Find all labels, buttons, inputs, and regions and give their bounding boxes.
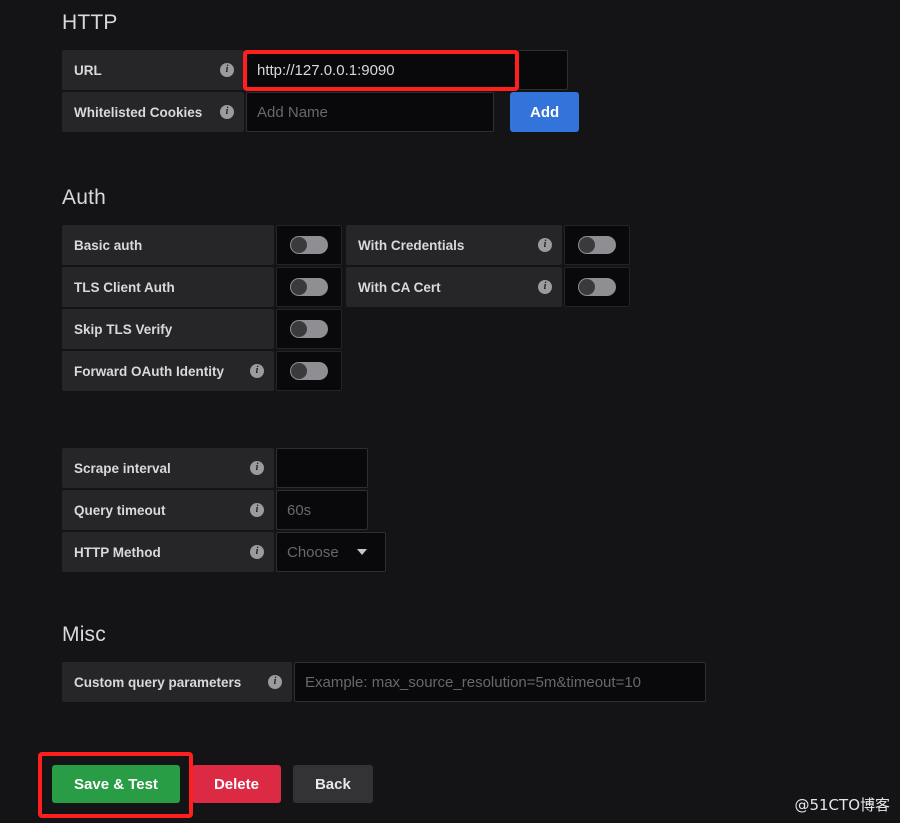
- query-timeout-row: Query timeout i 60s: [62, 490, 762, 530]
- add-cookie-button[interactable]: Add: [510, 92, 580, 132]
- basic-auth-toggle[interactable]: [276, 225, 342, 265]
- whitelisted-cookies-label: Whitelisted Cookies i: [62, 92, 244, 132]
- custom-query-parameters-row: Custom query parameters i Example: max_s…: [62, 662, 822, 702]
- info-icon[interactable]: i: [220, 63, 234, 77]
- auth-row: Basic auth With Credentials i: [62, 225, 762, 265]
- tls-client-auth-label: TLS Client Auth: [62, 267, 274, 307]
- http-method-select[interactable]: Choose: [276, 532, 386, 572]
- http-method-row: HTTP Method i Choose: [62, 532, 762, 572]
- toggle-switch-icon: [578, 278, 616, 296]
- scrape-interval-row: Scrape interval i: [62, 448, 762, 488]
- misc-section-title: Misc: [62, 623, 106, 646]
- http-method-label: HTTP Method i: [62, 532, 274, 572]
- misc-section: Misc Custom query parameters i Example: …: [62, 624, 822, 704]
- save-and-test-button[interactable]: Save & Test: [52, 765, 180, 803]
- auth-row: Skip TLS Verify: [62, 309, 762, 349]
- auth-row: Forward OAuth Identity i: [62, 351, 762, 391]
- with-credentials-label-text: With Credentials: [358, 237, 465, 253]
- custom-query-parameters-input[interactable]: Example: max_source_resolution=5m&timeou…: [294, 662, 706, 702]
- whitelisted-cookies-input[interactable]: Add Name: [246, 92, 494, 132]
- with-credentials-toggle[interactable]: [564, 225, 630, 265]
- basic-auth-label: Basic auth: [62, 225, 274, 265]
- with-ca-cert-label-text: With CA Cert: [358, 279, 441, 295]
- toggle-switch-icon: [290, 320, 328, 338]
- toggle-switch-icon: [290, 236, 328, 254]
- info-icon[interactable]: i: [250, 461, 264, 475]
- skip-tls-verify-label: Skip TLS Verify: [62, 309, 274, 349]
- http-method-selected-value: Choose: [287, 543, 339, 561]
- info-icon[interactable]: i: [538, 238, 552, 252]
- skip-tls-verify-label-text: Skip TLS Verify: [74, 321, 173, 337]
- info-icon[interactable]: i: [268, 675, 282, 689]
- delete-button[interactable]: Delete: [191, 765, 281, 803]
- toggle-switch-icon: [290, 278, 328, 296]
- scrape-interval-label: Scrape interval i: [62, 448, 274, 488]
- tls-client-auth-label-text: TLS Client Auth: [74, 279, 175, 295]
- url-suffix-box: [518, 50, 568, 90]
- custom-query-parameters-label-text: Custom query parameters: [74, 674, 242, 690]
- scrape-interval-label-text: Scrape interval: [74, 460, 171, 476]
- scrape-interval-input[interactable]: [276, 448, 368, 488]
- url-label: URL i: [62, 50, 244, 90]
- chevron-down-icon: [356, 549, 367, 555]
- forward-oauth-identity-label-text: Forward OAuth Identity: [74, 363, 224, 379]
- http-section-title: HTTP: [62, 11, 118, 34]
- toggle-switch-icon: [578, 236, 616, 254]
- auth-section-title: Auth: [62, 186, 106, 209]
- info-icon[interactable]: i: [220, 105, 234, 119]
- basic-auth-label-text: Basic auth: [74, 237, 143, 253]
- info-icon[interactable]: i: [250, 364, 264, 378]
- with-ca-cert-label: With CA Cert i: [346, 267, 562, 307]
- url-label-text: URL: [74, 62, 102, 78]
- toggle-switch-icon: [290, 362, 328, 380]
- back-button[interactable]: Back: [292, 765, 373, 803]
- whitelisted-cookies-row: Whitelisted Cookies i Add Name Add: [62, 92, 762, 132]
- auth-row: TLS Client Auth With CA Cert i: [62, 267, 762, 307]
- info-icon[interactable]: i: [250, 503, 264, 517]
- with-credentials-label: With Credentials i: [346, 225, 562, 265]
- http-section: HTTP URL i http://127.0.0.1:9090 Whiteli…: [62, 12, 762, 134]
- with-ca-cert-toggle[interactable]: [564, 267, 630, 307]
- url-input[interactable]: http://127.0.0.1:9090: [246, 50, 516, 90]
- url-input-value: http://127.0.0.1:9090: [257, 61, 395, 79]
- tls-client-auth-toggle[interactable]: [276, 267, 342, 307]
- query-timeout-input[interactable]: 60s: [276, 490, 368, 530]
- info-icon[interactable]: i: [538, 280, 552, 294]
- query-timeout-label-text: Query timeout: [74, 502, 166, 518]
- watermark: @51CTO博客: [794, 796, 890, 814]
- whitelisted-cookies-label-text: Whitelisted Cookies: [74, 104, 203, 120]
- custom-query-parameters-label: Custom query parameters i: [62, 662, 292, 702]
- forward-oauth-identity-label: Forward OAuth Identity i: [62, 351, 274, 391]
- query-timeout-label: Query timeout i: [62, 490, 274, 530]
- auth-section: Auth Basic auth With Credentials i TLS C…: [62, 187, 762, 393]
- skip-tls-verify-toggle[interactable]: [276, 309, 342, 349]
- info-icon[interactable]: i: [250, 545, 264, 559]
- url-row: URL i http://127.0.0.1:9090: [62, 50, 762, 90]
- http-method-label-text: HTTP Method: [74, 544, 161, 560]
- action-buttons: Save & Test Delete Back: [52, 765, 373, 803]
- forward-oauth-identity-toggle[interactable]: [276, 351, 342, 391]
- interval-block: Scrape interval i Query timeout i 60s HT…: [62, 448, 762, 574]
